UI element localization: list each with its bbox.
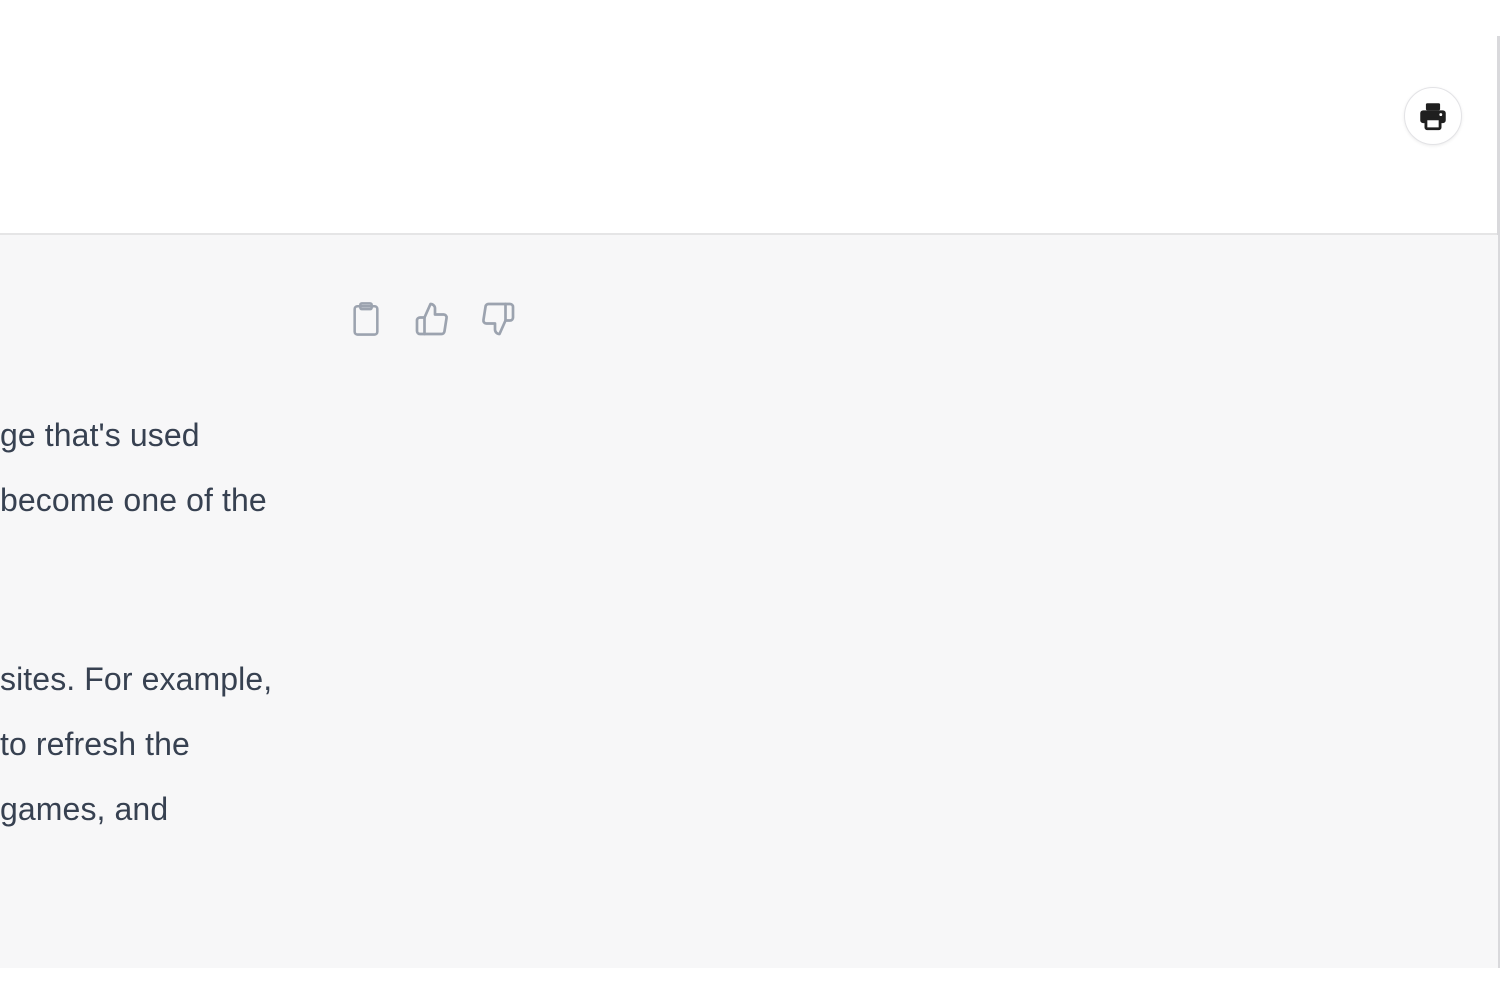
message-text-line: sites. For example, — [0, 661, 273, 697]
assistant-message: ge that's used become one of the sites. … — [0, 235, 1498, 968]
message-text-line: become one of the — [0, 482, 267, 518]
copy-button[interactable] — [346, 299, 386, 339]
clipboard-icon — [353, 302, 379, 336]
printer-icon — [1420, 103, 1446, 131]
thumbs-up-icon — [415, 302, 448, 336]
top-bar — [0, 0, 1498, 235]
message-text-line: ge that's used — [0, 417, 200, 453]
thumbs-down-button[interactable] — [478, 299, 518, 339]
bottom-strip — [0, 968, 1500, 1000]
thumbs-down-icon — [482, 302, 515, 336]
message-actions — [346, 299, 518, 339]
chat-page: ge that's used become one of the sites. … — [0, 0, 1500, 1000]
print-button[interactable] — [1404, 87, 1462, 145]
message-text-line: games, and — [0, 791, 169, 827]
message-text-line: to refresh the — [0, 726, 190, 762]
thumbs-up-button[interactable] — [412, 299, 452, 339]
